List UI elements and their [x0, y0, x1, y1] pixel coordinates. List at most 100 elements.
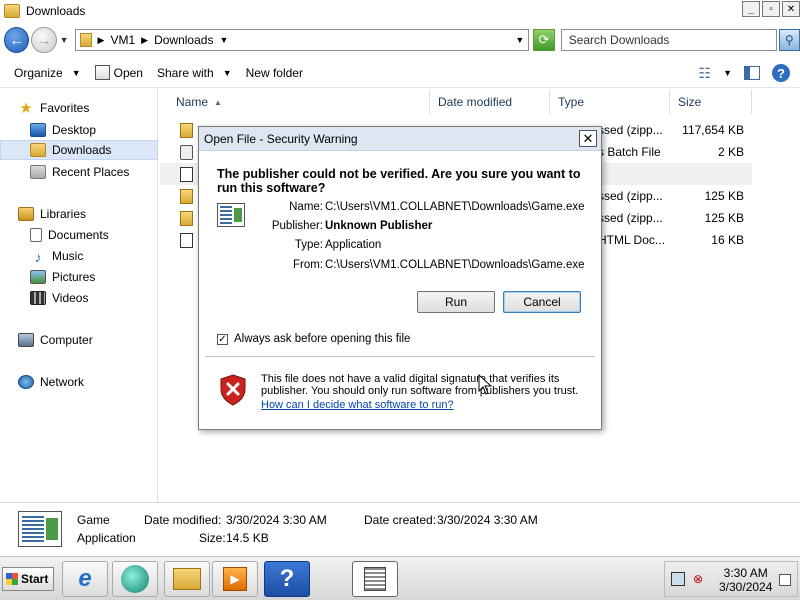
- taskbar-explorer[interactable]: [164, 561, 210, 597]
- help-icon[interactable]: ?: [772, 64, 790, 82]
- chevron-down-icon[interactable]: ▼: [219, 35, 228, 45]
- detail-size-label: Size:: [199, 531, 226, 545]
- open-button[interactable]: Open: [94, 65, 143, 80]
- taskbar-app-orb[interactable]: [112, 561, 158, 597]
- dialog-close-button[interactable]: ✕: [579, 130, 597, 147]
- folder-icon: [4, 4, 20, 18]
- column-size-label: Size: [678, 95, 702, 109]
- command-bar: Organize ▼ Open Share with ▼ New folder …: [0, 58, 800, 88]
- publisher-label: Publisher:: [271, 220, 323, 232]
- file-type: ssed (zipp...: [598, 123, 663, 137]
- chevron-down-icon[interactable]: ▼: [723, 68, 732, 78]
- recent-places-icon: [30, 165, 46, 179]
- detail-type: Application: [77, 531, 136, 545]
- taskbar-game-window[interactable]: [352, 561, 398, 597]
- cancel-button[interactable]: Cancel: [503, 291, 581, 313]
- folder-icon: [79, 33, 92, 47]
- warning-text: This file does not have a valid digital …: [261, 373, 579, 397]
- nav-music[interactable]: ♪ Music: [30, 246, 84, 266]
- network-icon: [18, 375, 34, 389]
- run-button[interactable]: Run: [417, 291, 495, 313]
- nav-label: Music: [52, 249, 84, 263]
- detail-date-modified-label: Date modified:: [144, 513, 222, 527]
- column-header-type[interactable]: Type: [550, 90, 670, 114]
- nav-pictures[interactable]: Pictures: [30, 267, 95, 287]
- dialog-title: Open File - Security Warning: [204, 131, 358, 146]
- libraries-icon: [18, 207, 34, 221]
- nav-network[interactable]: Network: [18, 372, 84, 392]
- windows-logo-icon: [6, 573, 18, 585]
- start-label: Start: [21, 572, 49, 586]
- pictures-icon: [30, 270, 46, 284]
- search-input[interactable]: Search Downloads: [560, 29, 777, 51]
- column-type-label: Type: [558, 95, 585, 109]
- nav-favorites[interactable]: ★ Favorites: [18, 98, 89, 118]
- maximize-button[interactable]: ▫: [762, 1, 780, 17]
- close-window-button[interactable]: ✕: [782, 1, 800, 17]
- details-pane: Game Application Date modified: 3/30/202…: [0, 502, 800, 554]
- window-title-bar: Downloads _ ▫ ✕: [0, 0, 800, 22]
- divider: [205, 356, 595, 357]
- chevron-right-icon[interactable]: ▶: [98, 35, 105, 46]
- action-center-icon[interactable]: [779, 574, 791, 586]
- shield-error-icon: [220, 374, 246, 406]
- back-button[interactable]: ←: [4, 27, 30, 53]
- file-size: 125 KB: [704, 211, 744, 225]
- nav-recent-places[interactable]: Recent Places: [30, 162, 129, 182]
- taskbar-media-player[interactable]: ▶: [212, 561, 258, 597]
- column-header-size[interactable]: Size: [670, 90, 752, 114]
- help-icon: ?: [279, 565, 295, 592]
- dialog-title-bar: Open File - Security Warning ✕: [199, 127, 601, 151]
- detail-date-created-label: Date created:: [364, 513, 437, 527]
- nav-desktop[interactable]: Desktop: [30, 120, 96, 140]
- help-link[interactable]: How can I decide what software to run?: [261, 399, 454, 411]
- always-ask-checkbox-row[interactable]: ✓ Always ask before opening this file: [217, 333, 410, 345]
- breadcrumb-downloads[interactable]: Downloads: [154, 33, 213, 47]
- nav-libraries[interactable]: Libraries: [18, 204, 86, 224]
- column-header-name[interactable]: Name ▲: [168, 90, 430, 114]
- forward-button[interactable]: →: [31, 27, 57, 53]
- nav-videos[interactable]: Videos: [30, 288, 88, 308]
- dialog-question: The publisher could not be verified. Are…: [217, 167, 581, 195]
- new-folder-button[interactable]: New folder: [246, 66, 303, 80]
- from-value: C:\Users\VM1.COLLABNET\Downloads\Game.ex…: [325, 259, 585, 271]
- nav-computer[interactable]: Computer: [18, 330, 93, 350]
- breadcrumb-vm1[interactable]: VM1: [110, 33, 135, 47]
- preview-pane-icon[interactable]: [744, 66, 760, 80]
- share-with-button[interactable]: Share with ▼: [157, 66, 232, 80]
- column-name-label: Name: [176, 95, 209, 109]
- start-button[interactable]: Start: [2, 567, 54, 591]
- detail-size: 14.5 KB: [226, 531, 269, 545]
- exe-file-icon: [180, 167, 193, 182]
- organize-label: Organize: [14, 65, 63, 80]
- clock[interactable]: 3:30 AM 3/30/2024: [719, 566, 772, 594]
- zip-folder-icon: [180, 211, 193, 226]
- type-value: Application: [325, 239, 382, 251]
- taskbar-internet-explorer[interactable]: e: [62, 561, 108, 597]
- zip-folder-icon: [180, 123, 193, 138]
- refresh-button[interactable]: ⟳: [533, 29, 555, 51]
- nav-downloads[interactable]: Downloads: [0, 140, 158, 160]
- music-icon: ♪: [34, 249, 42, 265]
- address-history-dropdown[interactable]: ▼: [515, 35, 524, 45]
- application-icon: [18, 511, 62, 547]
- minimize-button[interactable]: _: [742, 1, 760, 17]
- chevron-right-icon[interactable]: ▶: [141, 35, 148, 46]
- address-bar[interactable]: ▶ VM1 ▶ Downloads ▼ ▼: [74, 29, 530, 51]
- column-date-label: Date modified: [438, 95, 513, 109]
- taskbar-help[interactable]: ?: [264, 561, 310, 597]
- organize-button[interactable]: Organize ▼: [14, 66, 81, 80]
- volume-muted-icon[interactable]: ⊗: [693, 572, 703, 586]
- downloads-folder-icon: [30, 143, 46, 157]
- column-header-date-modified[interactable]: Date modified: [430, 90, 550, 114]
- change-view-icon[interactable]: ☷: [699, 65, 712, 82]
- publisher-value: Unknown Publisher: [325, 220, 433, 232]
- recent-pages-dropdown[interactable]: ▼: [60, 35, 69, 45]
- always-ask-checkbox[interactable]: ✓: [217, 333, 228, 345]
- computer-icon: [18, 333, 34, 347]
- chevron-down-icon: ▼: [71, 67, 81, 78]
- zip-folder-icon: [180, 189, 193, 204]
- search-icon[interactable]: ⚲: [778, 29, 800, 51]
- nav-documents[interactable]: Documents: [30, 225, 109, 245]
- network-status-icon[interactable]: [671, 572, 685, 586]
